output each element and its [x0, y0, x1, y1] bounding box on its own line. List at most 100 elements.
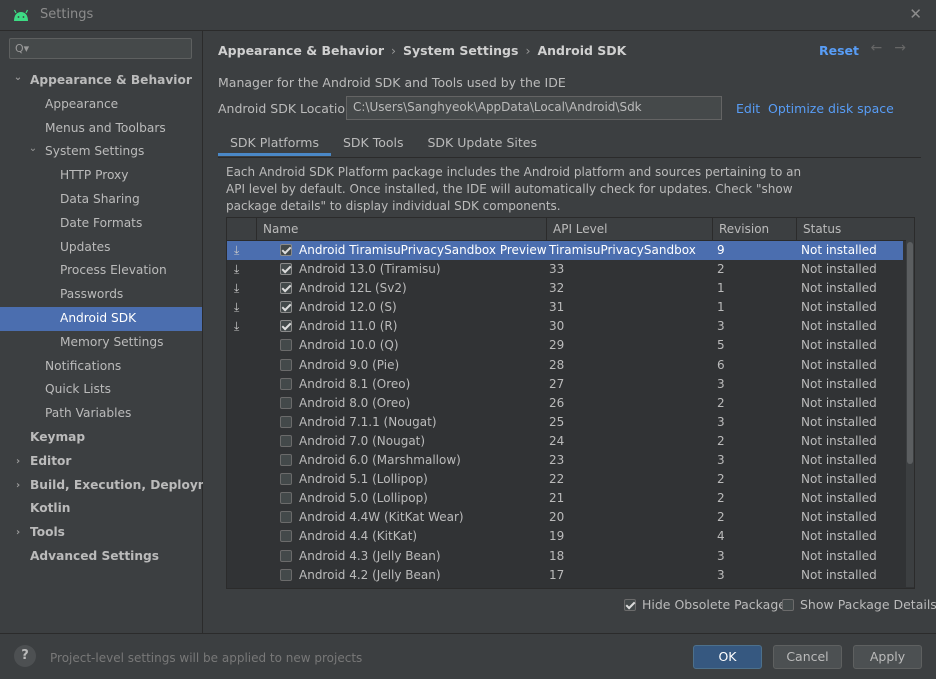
checkbox-unchecked[interactable] — [280, 396, 292, 409]
tab-sdk-tools[interactable]: SDK Tools — [331, 131, 416, 155]
sidebar-item[interactable]: HTTP Proxy — [0, 164, 202, 188]
sdk-platforms-table: Name API Level Revision Status ⤓ Android … — [226, 217, 915, 589]
status: Not installed — [801, 510, 877, 525]
sidebar-item[interactable]: › Tools — [0, 521, 202, 545]
checkbox-checked[interactable] — [280, 244, 292, 256]
revision: 6 — [717, 357, 725, 372]
column-header-name[interactable]: Name — [257, 218, 547, 240]
sidebar-item[interactable]: ⌄ System Settings — [0, 140, 202, 164]
checkbox-unchecked[interactable] — [280, 358, 292, 371]
edit-location-link[interactable]: Edit — [736, 101, 760, 116]
sidebar-item[interactable]: › Build, Execution, Deployment — [0, 474, 233, 498]
checkbox-unchecked[interactable] — [280, 339, 292, 352]
checkbox-unchecked[interactable] — [280, 377, 292, 390]
table-row[interactable]: Android 4.2 (Jelly Bean) 17 3 Not installed — [227, 566, 903, 585]
apply-button[interactable]: Apply — [853, 645, 922, 669]
table-row[interactable]: Android 5.0 (Lollipop) 21 2 Not installed — [227, 489, 903, 508]
table-row[interactable]: Android 10.0 (Q) 29 5 Not installed — [227, 336, 903, 355]
table-row[interactable]: Android 9.0 (Pie) 28 6 Not installed — [227, 356, 903, 375]
chevron-right-icon[interactable]: › — [13, 521, 23, 545]
checkbox-checked[interactable] — [624, 599, 636, 611]
sidebar-item[interactable]: Kotlin — [0, 497, 202, 521]
checkbox-unchecked[interactable] — [280, 473, 292, 486]
chevron-right-icon[interactable]: › — [13, 474, 23, 498]
close-icon[interactable]: ✕ — [909, 5, 922, 23]
table-row[interactable]: Android 6.0 (Marshmallow) 23 3 Not installe… — [227, 451, 903, 470]
api-level: 23 — [549, 453, 565, 468]
sidebar-item-label: Android SDK — [60, 310, 137, 325]
table-row[interactable]: Android 5.1 (Lollipop) 22 2 Not installed — [227, 470, 903, 489]
sidebar-item[interactable]: Data Sharing — [0, 188, 202, 212]
sidebar-item[interactable]: Notifications — [0, 355, 202, 379]
sidebar-item[interactable]: Updates — [0, 236, 202, 260]
checkbox-unchecked[interactable] — [280, 415, 292, 428]
sidebar-item-label: Data Sharing — [60, 191, 140, 206]
chevron-down-icon[interactable]: ⌄ — [28, 137, 38, 161]
checkbox-unchecked[interactable] — [280, 549, 292, 562]
sidebar-item[interactable]: Appearance — [0, 93, 202, 117]
table-row[interactable]: ⤓ Android 12.0 (S) 31 1 Not installed — [227, 298, 903, 317]
table-scrollbar[interactable] — [906, 240, 914, 587]
checkbox-unchecked[interactable] — [280, 492, 292, 505]
table-row[interactable]: Android 8.0 (Oreo) 26 2 Not installed — [227, 394, 903, 413]
title-bar: Settings ✕ — [0, 0, 936, 31]
checkbox-unchecked[interactable] — [782, 599, 794, 611]
sidebar-item[interactable]: Passwords — [0, 283, 202, 307]
optimize-disk-space-link[interactable]: Optimize disk space — [768, 101, 894, 116]
tab-sdk-platforms[interactable]: SDK Platforms — [218, 131, 331, 156]
breadcrumb-item[interactable]: Appearance & Behavior — [218, 43, 384, 58]
checkbox-checked[interactable] — [280, 301, 292, 314]
reset-link[interactable]: Reset — [819, 43, 859, 58]
column-header-status[interactable]: Status — [797, 218, 903, 240]
table-row[interactable]: ⤓ Android 13.0 (Tiramisu) 33 2 Not installed — [227, 260, 903, 279]
sdk-location-input[interactable]: C:\Users\Sanghyeok\AppData\Local\Android… — [346, 96, 722, 120]
sidebar-item[interactable]: ⌄ Appearance & Behavior — [0, 69, 202, 93]
sidebar-item[interactable]: Process Elevation — [0, 259, 202, 283]
sidebar-item-label: HTTP Proxy — [60, 168, 129, 183]
checkbox-checked[interactable] — [280, 320, 292, 333]
table-row[interactable]: ⤓ Android 11.0 (R) 30 3 Not installed — [227, 317, 903, 336]
checkbox-unchecked[interactable] — [280, 568, 292, 581]
table-row[interactable]: ⤓ Android 12L (Sv2) 32 1 Not installed — [227, 279, 903, 298]
show-package-details-checkbox[interactable]: Show Package Details — [782, 597, 936, 612]
sidebar-item[interactable]: Memory Settings — [0, 331, 202, 355]
sidebar-item[interactable]: Android SDK — [0, 306, 202, 331]
table-row[interactable]: ⤓ Android TiramisuPrivacySandbox Preview T… — [227, 241, 903, 261]
package-name: Android 7.1.1 (Nougat) — [299, 414, 437, 429]
status: Not installed — [801, 357, 877, 372]
column-header-api-level[interactable]: API Level — [547, 218, 713, 240]
cancel-button[interactable]: Cancel — [773, 645, 842, 669]
hide-obsolete-checkbox[interactable]: Hide Obsolete Packages — [624, 597, 792, 612]
breadcrumb-item: Android SDK — [537, 43, 627, 58]
sidebar-item[interactable]: Advanced Settings — [0, 545, 202, 569]
ok-button[interactable]: OK — [693, 645, 762, 669]
settings-search-input[interactable]: Q▾ — [9, 38, 192, 59]
column-header-download[interactable] — [227, 218, 257, 240]
table-row[interactable]: Android 7.0 (Nougat) 24 2 Not installed — [227, 432, 903, 451]
sidebar-item[interactable]: Date Formats — [0, 212, 202, 236]
sidebar-item[interactable]: Path Variables — [0, 402, 202, 426]
help-icon[interactable]: ? — [14, 645, 36, 667]
checkbox-unchecked[interactable] — [280, 434, 292, 447]
breadcrumb-item[interactable]: System Settings — [403, 43, 518, 58]
checkbox-unchecked[interactable] — [280, 511, 292, 524]
table-row[interactable]: Android 4.4W (KitKat Wear) 20 2 Not install… — [227, 508, 903, 527]
scrollbar-thumb[interactable] — [907, 242, 913, 464]
tab-sdk-update-sites[interactable]: SDK Update Sites — [416, 131, 550, 155]
checkbox-checked[interactable] — [280, 263, 292, 276]
column-header-revision[interactable]: Revision — [713, 218, 797, 240]
sidebar-item[interactable]: Quick Lists — [0, 378, 202, 402]
checkbox-unchecked[interactable] — [280, 454, 292, 467]
forward-arrow-icon[interactable]: → — [894, 40, 918, 56]
sidebar-item[interactable]: Keymap — [0, 426, 202, 450]
sidebar-item[interactable]: › Editor — [0, 450, 202, 474]
table-row[interactable]: Android 4.4 (KitKat) 19 4 Not installed — [227, 527, 903, 546]
chevron-down-icon[interactable]: ⌄ — [13, 66, 23, 90]
table-row[interactable]: Android 8.1 (Oreo) 27 3 Not installed — [227, 375, 903, 394]
checkbox-unchecked[interactable] — [280, 530, 292, 543]
checkbox-checked[interactable] — [280, 282, 292, 295]
table-row[interactable]: Android 7.1.1 (Nougat) 25 3 Not installed — [227, 413, 903, 432]
back-arrow-icon[interactable]: ← — [871, 40, 895, 56]
table-row[interactable]: Android 4.3 (Jelly Bean) 18 3 Not installed — [227, 547, 903, 566]
chevron-right-icon[interactable]: › — [13, 450, 23, 474]
